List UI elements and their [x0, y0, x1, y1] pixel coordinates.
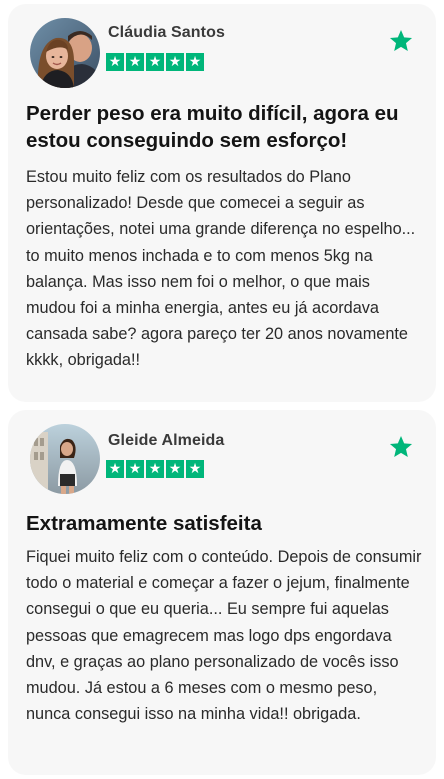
favorite-star-icon — [389, 435, 413, 457]
star-icon: ★ — [106, 53, 124, 71]
star-icon: ★ — [166, 460, 184, 478]
review-card: Gleide Almeida ★ ★ ★ ★ ★ Extramamente sa… — [8, 410, 436, 775]
review-title: Perder peso era muito difícil, agora eu … — [26, 102, 399, 152]
reviewer-name: Cláudia Santos — [108, 24, 225, 41]
star-icon: ★ — [146, 460, 164, 478]
favorite-star-icon — [389, 29, 413, 51]
review-body: Estou muito feliz com os resultados do P… — [26, 168, 416, 370]
avatar — [30, 18, 100, 88]
rating-stars: ★ ★ ★ ★ ★ — [106, 460, 204, 478]
reviewer-name: Gleide Almeida — [108, 432, 225, 449]
rating-stars: ★ ★ ★ ★ ★ — [106, 53, 204, 71]
star-icon: ★ — [126, 53, 144, 71]
star-icon: ★ — [126, 460, 144, 478]
review-title: Extramamente satisfeita — [26, 512, 262, 535]
review-card: Cláudia Santos ★ ★ ★ ★ ★ Perder peso era… — [8, 4, 436, 402]
star-icon: ★ — [186, 460, 204, 478]
star-icon: ★ — [106, 460, 124, 478]
review-body: Fiquei muito feliz com o conteúdo. Depoi… — [26, 548, 422, 724]
avatar — [30, 424, 100, 494]
star-icon: ★ — [186, 53, 204, 71]
star-icon: ★ — [146, 53, 164, 71]
reviews-page: Cláudia Santos ★ ★ ★ ★ ★ Perder peso era… — [0, 0, 444, 779]
star-icon: ★ — [166, 53, 184, 71]
